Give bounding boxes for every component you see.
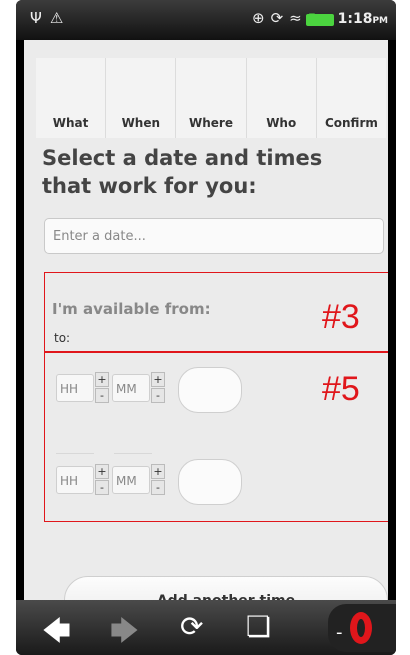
forward-icon[interactable]: 🡆 (110, 610, 139, 655)
tab-where[interactable]: Where (176, 58, 247, 138)
sync-icon: ⟳ (270, 9, 290, 27)
opera-menu-button[interactable]: - (328, 604, 396, 652)
annotation-label-3: #3 (322, 298, 360, 336)
status-bar: Ψ⚠ ⊕⟳≈▮ 1:18PM (16, 0, 396, 40)
dash-icon: - (336, 622, 343, 643)
tabs-icon[interactable]: ❏ (246, 610, 271, 643)
wifi-icon: ≈ (289, 9, 308, 27)
add-another-time-button[interactable]: Add another time (64, 576, 388, 600)
back-icon[interactable]: 🡄 (42, 610, 71, 655)
gps-icon: ⊕ (252, 9, 271, 27)
browser-nav-bar: 🡄 🡆 ⟳ ❏ - (16, 600, 396, 655)
page-heading: Select a date and times that work for yo… (42, 146, 323, 198)
tab-who[interactable]: Who (247, 58, 317, 138)
tab-what[interactable]: What (36, 58, 107, 138)
opera-icon (350, 612, 372, 644)
refresh-icon[interactable]: ⟳ (180, 610, 203, 643)
phone-frame: Ψ⚠ ⊕⟳≈▮ 1:18PM What When Where Who Confi… (16, 0, 396, 655)
status-left-icons: Ψ⚠ (30, 9, 71, 27)
wizard-tabs: What When Where Who Confirm (36, 58, 386, 138)
warning-icon: ⚠ (49, 9, 72, 27)
usb-icon: Ψ (30, 9, 50, 27)
annotation-label-5: #5 (322, 370, 360, 408)
status-time: 1:18PM (337, 11, 388, 27)
date-input[interactable] (44, 218, 384, 254)
tab-when[interactable]: When (106, 58, 177, 138)
battery-icon (306, 14, 334, 26)
web-content: What When Where Who Confirm Select a dat… (24, 40, 388, 600)
tab-confirm[interactable]: Confirm (317, 58, 386, 138)
